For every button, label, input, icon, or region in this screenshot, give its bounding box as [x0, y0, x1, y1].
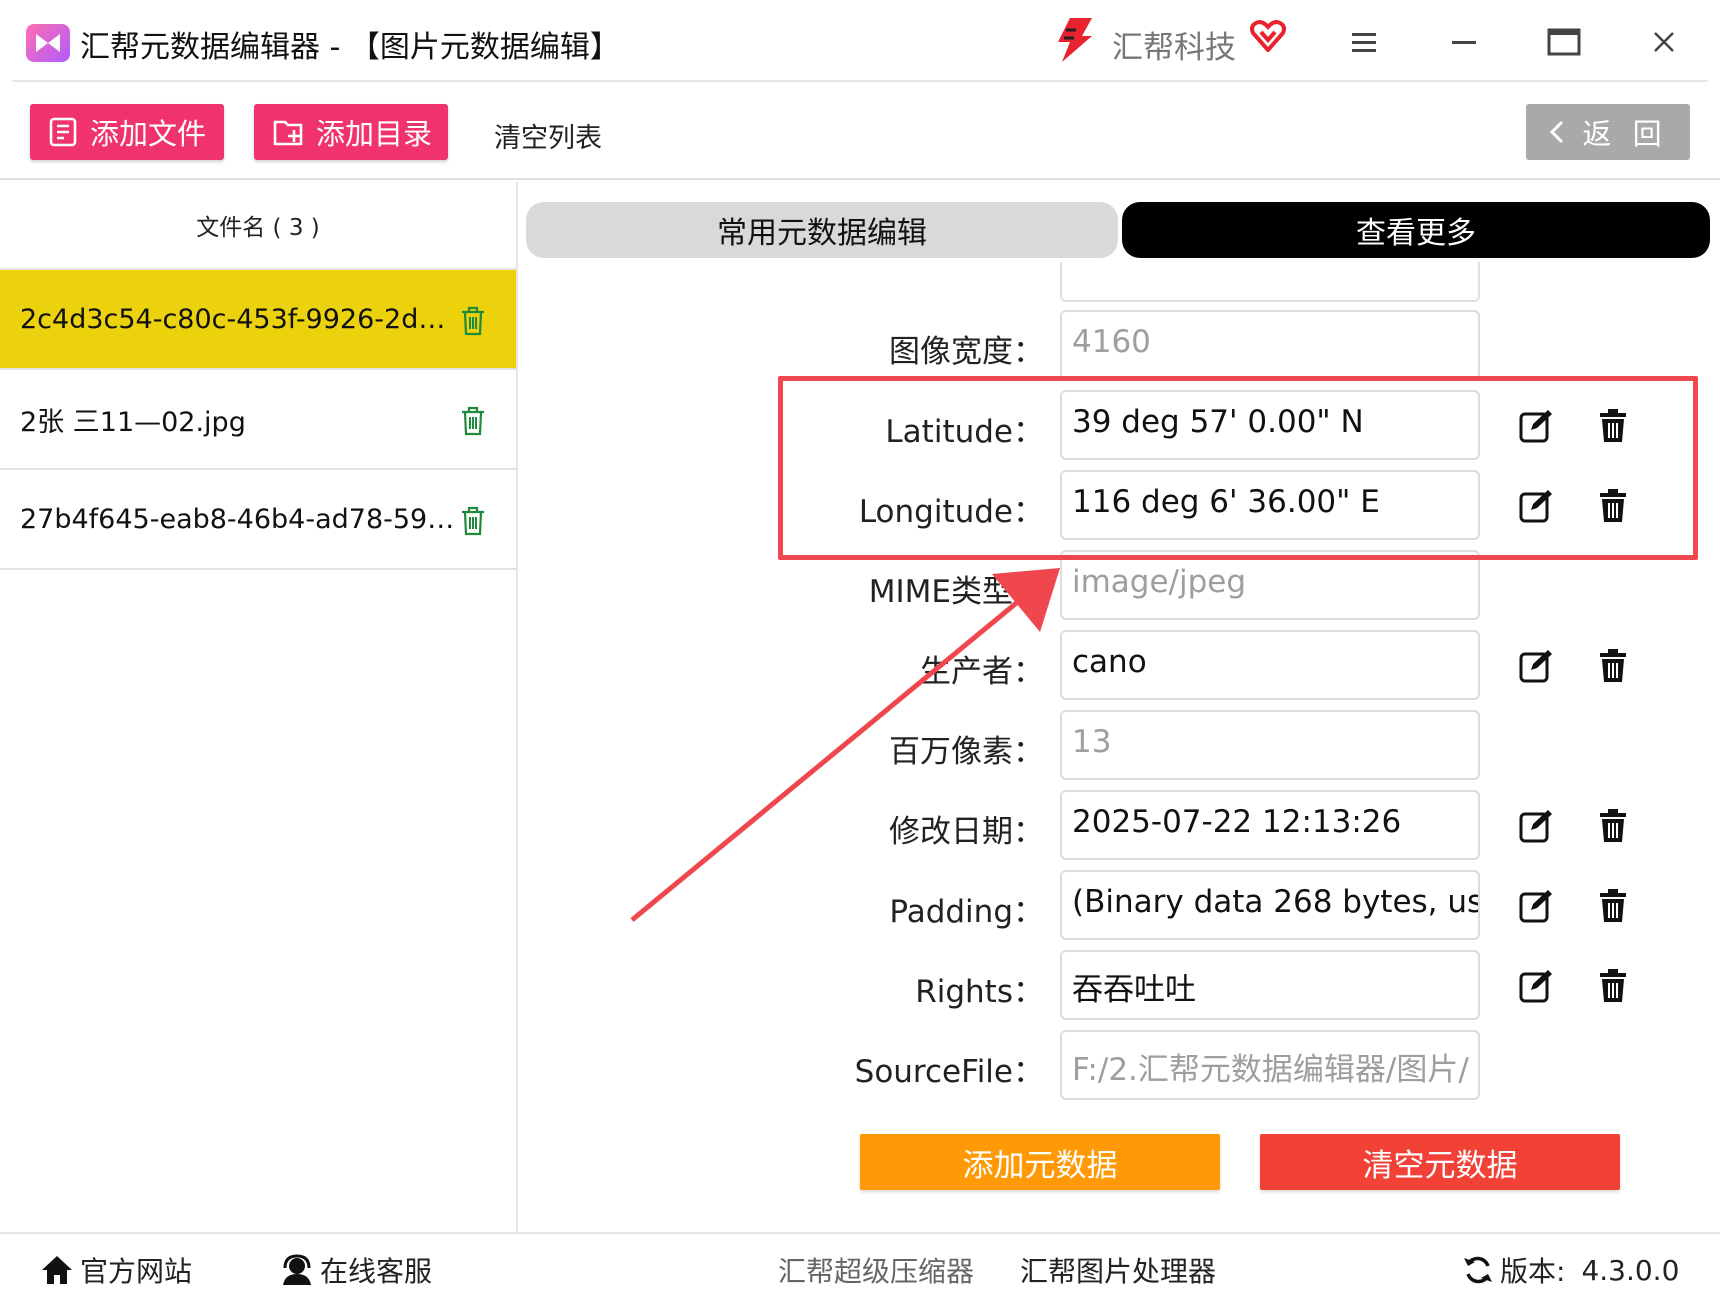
- field-value-input[interactable]: (Binary data 268 bytes, use: [1060, 870, 1480, 940]
- file-list-header: 文件名 ( 3 ): [0, 182, 516, 270]
- delete-icon[interactable]: [1598, 968, 1628, 1004]
- edit-icon[interactable]: [1518, 408, 1554, 444]
- refresh-icon[interactable]: [1462, 1254, 1494, 1286]
- version-number: 4.3.0.0: [1581, 1253, 1680, 1287]
- field-row-latitude: Latitude： 39 deg 57' 0.00" N: [526, 390, 1716, 462]
- field-label: Rights：: [915, 974, 1044, 1010]
- field-value-input[interactable]: 13: [1060, 710, 1480, 780]
- edit-icon[interactable]: [1518, 968, 1554, 1004]
- edit-icon[interactable]: [1518, 808, 1554, 844]
- file-name: 27b4f645-eab8-46b4-ad78-5998: [20, 503, 460, 535]
- toolbar: 添加文件 添加目录 清空列表 返 回: [0, 84, 1720, 180]
- trash-icon[interactable]: [460, 306, 486, 336]
- file-list-icon: [49, 117, 77, 147]
- close-icon[interactable]: [1644, 22, 1684, 62]
- menu-icon[interactable]: [1344, 22, 1384, 62]
- field-label: Latitude：: [885, 414, 1044, 450]
- delete-icon[interactable]: [1598, 808, 1628, 844]
- field-value-input[interactable]: 39 deg 57' 0.00" N: [1060, 390, 1480, 460]
- toolbar-divider: [0, 178, 1720, 180]
- minimize-icon[interactable]: [1444, 22, 1484, 62]
- file-row[interactable]: 27b4f645-eab8-46b4-ad78-5998: [0, 470, 516, 570]
- tab-common-metadata[interactable]: 常用元数据编辑: [526, 202, 1118, 258]
- file-name: 2c4d3c54-c80c-453f-9926-2d34...: [20, 303, 460, 335]
- trash-icon[interactable]: [460, 406, 486, 436]
- file-row[interactable]: 2c4d3c54-c80c-453f-9926-2d34...: [0, 270, 516, 370]
- field-label: SourceFile：: [854, 1054, 1044, 1090]
- delete-icon[interactable]: [1598, 488, 1628, 524]
- window-title: 汇帮元数据编辑器 - 【图片元数据编辑】: [80, 30, 620, 65]
- field-row-image-width: 图像宽度： 4160: [526, 310, 1716, 382]
- field-row-modify-date: 修改日期： 2025-07-22 12:13:26: [526, 790, 1716, 862]
- edit-icon[interactable]: [1518, 488, 1554, 524]
- title-bar: 汇帮元数据编辑器 - 【图片元数据编辑】 汇帮科技: [0, 0, 1720, 84]
- add-file-button[interactable]: 添加文件: [30, 104, 224, 160]
- field-row-rights: Rights： 吞吞吐吐: [526, 950, 1716, 1022]
- official-website-label: 官方网站: [80, 1255, 193, 1288]
- field-value-input[interactable]: 4160: [1060, 310, 1480, 380]
- file-name: 2张 三11—02.jpg: [20, 406, 246, 438]
- field-label: 生产者：: [920, 654, 1044, 690]
- status-bar: 官方网站 在线客服 汇帮超级压缩器 汇帮图片处理器 版本: 4.3.0.0: [0, 1232, 1720, 1300]
- file-row[interactable]: 2张 三11—02.jpg: [0, 370, 516, 470]
- delete-icon[interactable]: [1598, 888, 1628, 924]
- image-processor-link[interactable]: 汇帮图片处理器: [1020, 1250, 1216, 1290]
- file-list-panel: 文件名 ( 3 ) 2c4d3c54-c80c-453f-9926-2d34..…: [0, 182, 518, 1232]
- version-label: 版本:: [1500, 1255, 1566, 1288]
- brand-logo-icon: [1058, 18, 1092, 62]
- maximize-icon[interactable]: [1544, 22, 1584, 62]
- clear-list-button[interactable]: 清空列表: [494, 116, 602, 155]
- field-value-input[interactable]: 吞吞吐吐: [1060, 950, 1480, 1020]
- field-value-input[interactable]: image/jpeg: [1060, 550, 1480, 620]
- headset-icon: [283, 1254, 311, 1285]
- edit-icon[interactable]: [1518, 648, 1554, 684]
- trash-icon[interactable]: [460, 506, 486, 536]
- home-icon: [42, 1256, 72, 1284]
- field-row-mime-type: MIME类型： image/jpeg: [526, 550, 1716, 622]
- add-file-label: 添加文件: [90, 117, 207, 151]
- version-info: 版本: 4.3.0.0: [1462, 1250, 1679, 1290]
- add-folder-button[interactable]: 添加目录: [254, 104, 448, 160]
- field-label: Padding：: [889, 894, 1044, 930]
- field-row-megapixels: 百万像素： 13: [526, 710, 1716, 782]
- add-metadata-button[interactable]: 添加元数据: [860, 1134, 1220, 1190]
- app-logo-icon: [26, 24, 70, 62]
- online-support-label: 在线客服: [320, 1255, 433, 1288]
- field-label: MIME类型：: [868, 574, 1044, 610]
- chevron-left-icon: [1550, 120, 1564, 144]
- online-support-link[interactable]: 在线客服: [280, 1250, 432, 1290]
- field-label: 修改日期：: [889, 814, 1044, 850]
- field-value-input[interactable]: 2025-07-22 12:13:26: [1060, 790, 1480, 860]
- vip-heart-icon[interactable]: [1250, 20, 1286, 52]
- delete-icon[interactable]: [1598, 648, 1628, 684]
- field-label: Longitude：: [858, 494, 1044, 530]
- brand-name: 汇帮科技: [1112, 30, 1236, 66]
- field-row-longitude: Longitude： 116 deg 6' 36.00" E: [526, 470, 1716, 542]
- edit-icon[interactable]: [1518, 888, 1554, 924]
- official-website-link[interactable]: 官方网站: [40, 1250, 192, 1290]
- tab-view-more[interactable]: 查看更多: [1122, 202, 1710, 258]
- field-row-source-file: SourceFile： F:/2.汇帮元数据编辑器/图片/: [526, 1030, 1716, 1102]
- field-label: 图像宽度：: [889, 334, 1044, 370]
- field-label: 百万像素：: [889, 734, 1044, 770]
- title-divider: [12, 80, 1708, 82]
- folder-add-icon: [273, 120, 303, 146]
- super-compressor-link[interactable]: 汇帮超级压缩器: [778, 1250, 974, 1290]
- field-value-input[interactable]: cano: [1060, 630, 1480, 700]
- tab-bar: 常用元数据编辑 查看更多: [526, 202, 1714, 258]
- metadata-form: 图像宽度： 4160 Latitude： 39 deg 57' 0.00" N …: [526, 262, 1716, 1222]
- field-row-padding: Padding： (Binary data 268 bytes, use: [526, 870, 1716, 942]
- field-value-input[interactable]: F:/2.汇帮元数据编辑器/图片/: [1060, 1030, 1480, 1100]
- field-row-producer: 生产者： cano: [526, 630, 1716, 702]
- delete-icon[interactable]: [1598, 408, 1628, 444]
- add-folder-label: 添加目录: [316, 117, 433, 151]
- scrolled-field-stub: [1060, 262, 1480, 302]
- field-value-input[interactable]: 116 deg 6' 36.00" E: [1060, 470, 1480, 540]
- back-label: 返 回: [1582, 117, 1668, 151]
- back-button[interactable]: 返 回: [1526, 104, 1690, 160]
- clear-metadata-button[interactable]: 清空元数据: [1260, 1134, 1620, 1190]
